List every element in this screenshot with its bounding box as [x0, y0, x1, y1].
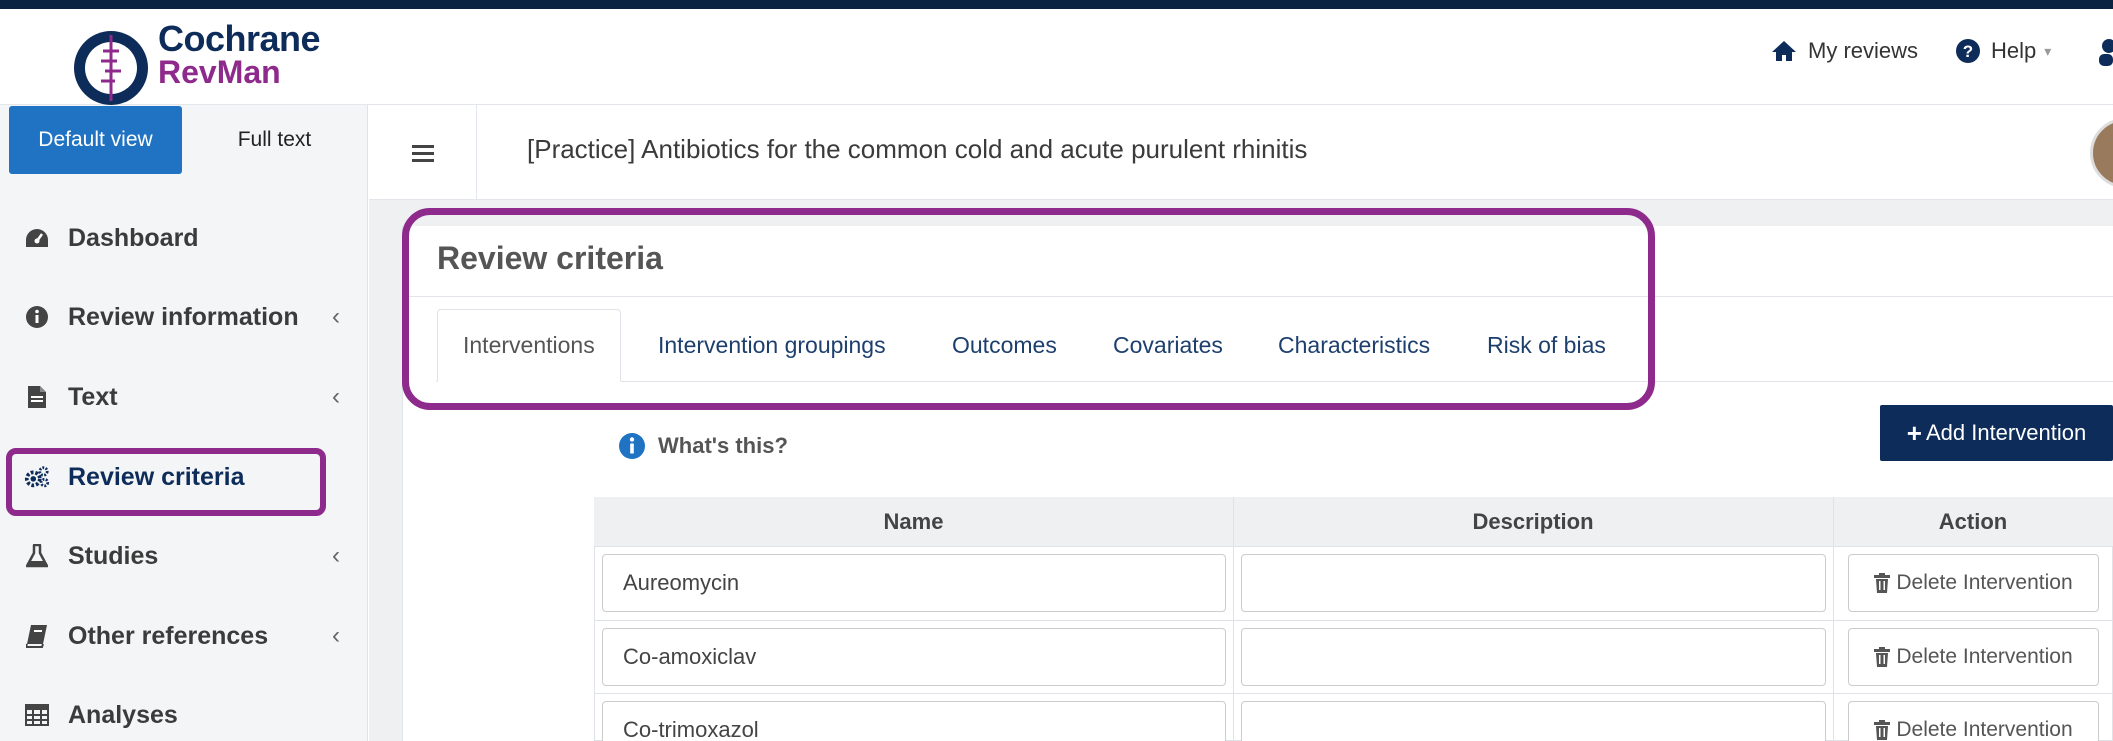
sidebar-item-analyses[interactable]: Analyses [0, 685, 368, 741]
review-title: [Practice] Antibiotics for the common co… [527, 134, 1308, 164]
highlight-box-panel [402, 208, 1655, 410]
chevron-left-icon: ‹ [332, 383, 340, 410]
flask-icon [24, 543, 50, 569]
whats-this-label: What's this? [658, 433, 788, 458]
user-icon [2099, 39, 2113, 66]
sidebar-item-studies[interactable]: Studies ‹ [0, 526, 368, 586]
trash-icon [1874, 720, 1891, 740]
add-intervention-label: Add Intervention [1925, 420, 2087, 445]
info-icon [24, 304, 50, 330]
home-icon [1772, 41, 1796, 61]
sidebar-item-text[interactable]: Text ‹ [0, 367, 368, 427]
intervention-name-input[interactable]: Aureomycin [602, 554, 1226, 612]
menu-toggle-button[interactable] [369, 105, 477, 200]
delete-label: Delete Intervention [1896, 571, 2073, 594]
sidebar-item-label: Review information [68, 302, 299, 331]
user-menu[interactable] [2096, 38, 2113, 66]
whats-this-link[interactable]: What's this? [618, 432, 788, 460]
help-icon: ? [1956, 39, 1980, 63]
table-icon [24, 702, 50, 728]
sidebar-item-label: Studies [68, 541, 159, 570]
sidebar-item-review-information[interactable]: Review information ‹ [0, 287, 368, 347]
sidebar-item-label: Dashboard [68, 223, 199, 252]
chevron-left-icon: ‹ [332, 542, 340, 569]
chevron-down-icon: ▾ [2044, 42, 2052, 59]
full-text-tab[interactable]: Full text [182, 106, 367, 174]
intervention-name-input[interactable]: Co-amoxiclav [602, 628, 1226, 686]
trash-icon [1874, 647, 1891, 667]
intervention-description-input[interactable] [1241, 701, 1826, 741]
column-header-name: Name [594, 497, 1233, 547]
column-header-description: Description [1233, 497, 1833, 547]
intervention-description-input[interactable] [1241, 554, 1826, 612]
delete-label: Delete Intervention [1896, 645, 2073, 668]
intervention-description-input[interactable] [1241, 628, 1826, 686]
help-label: Help [1991, 38, 2037, 63]
delete-intervention-button[interactable]: Delete Intervention [1848, 701, 2099, 741]
help-menu[interactable]: ? Help ▾ [1955, 38, 2051, 64]
my-reviews-label: My reviews [1808, 38, 1919, 63]
sidebar-item-label: Analyses [68, 700, 178, 729]
row-divider [594, 620, 2113, 621]
sidebar-item-dashboard[interactable]: Dashboard [0, 208, 368, 268]
delete-label: Delete Intervention [1896, 718, 2073, 741]
trash-icon [1874, 573, 1891, 593]
row-divider [594, 693, 2113, 694]
svg-text:?: ? [1963, 42, 1973, 61]
brand-product: RevMan [158, 54, 281, 90]
sidebar-item-label: Text [68, 382, 118, 411]
plus-icon: + [1906, 417, 1922, 448]
intervention-name-input[interactable]: Co-trimoxazol [602, 701, 1226, 741]
column-divider [1233, 497, 1234, 741]
delete-intervention-button[interactable]: Delete Intervention [1848, 628, 2099, 686]
book-icon [24, 623, 50, 649]
view-toggle: Default view Full text [9, 106, 367, 174]
info-icon [619, 433, 645, 459]
add-intervention-button[interactable]: + Add Intervention [1880, 405, 2113, 461]
hamburger-icon [411, 144, 434, 162]
dashboard-icon [24, 225, 50, 251]
column-header-action: Action [1833, 497, 2113, 547]
my-reviews-link[interactable]: My reviews [1770, 38, 1918, 64]
default-view-tab[interactable]: Default view [9, 106, 182, 174]
delete-intervention-button[interactable]: Delete Intervention [1848, 554, 2099, 612]
highlight-box-sidebar [6, 448, 326, 516]
document-icon [24, 384, 50, 410]
sidebar-item-label: Other references [68, 621, 269, 650]
chevron-left-icon: ‹ [332, 622, 340, 649]
column-divider [1833, 497, 1834, 741]
cochrane-logo-icon [74, 31, 148, 105]
sidebar-item-other-references[interactable]: Other references ‹ [0, 606, 368, 666]
top-accent-bar [0, 0, 2113, 9]
chevron-left-icon: ‹ [332, 303, 340, 330]
